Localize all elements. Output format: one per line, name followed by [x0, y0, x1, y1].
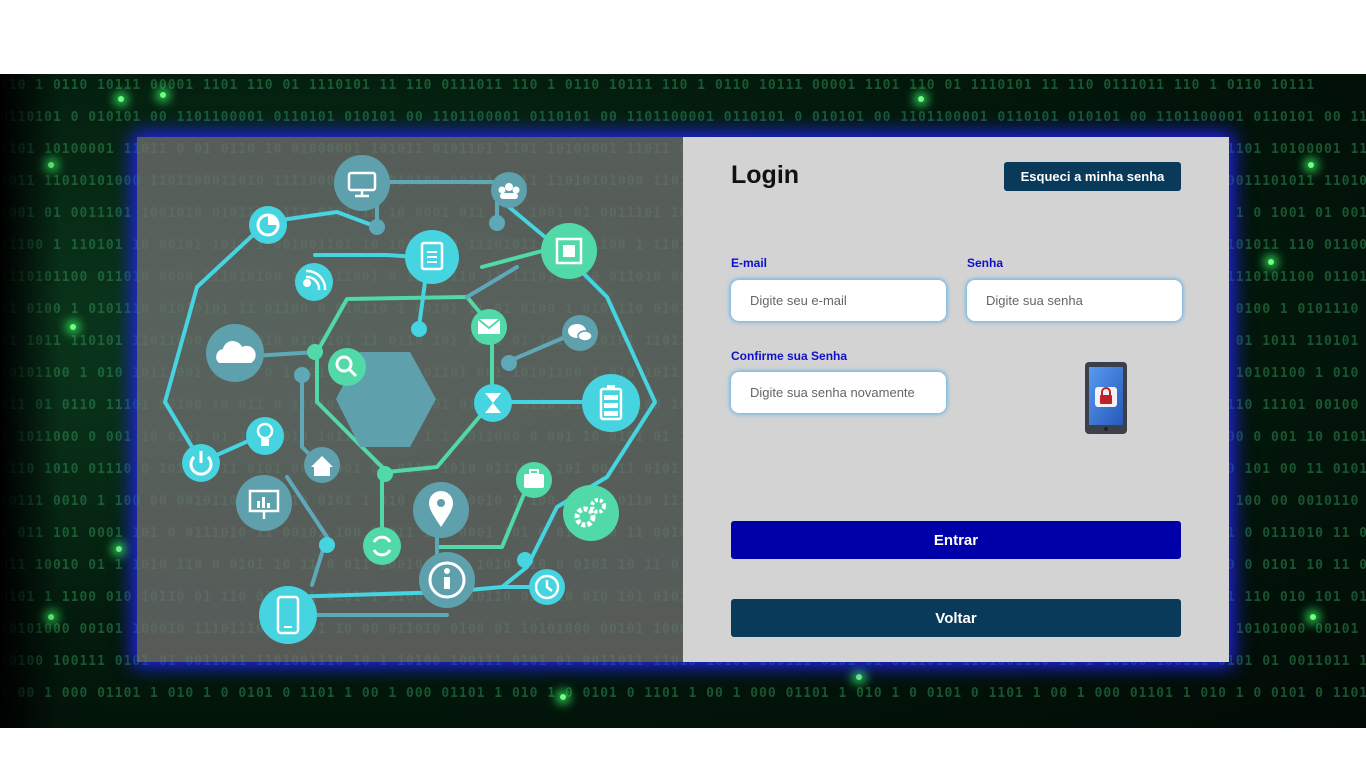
glow-dot [1268, 259, 1274, 265]
enter-button[interactable]: Entrar [731, 521, 1181, 559]
network-illustration [163, 155, 657, 644]
glow-dot [1310, 614, 1316, 620]
glow-dot [918, 96, 924, 102]
glow-dot [856, 674, 862, 680]
glow-dot [160, 92, 166, 98]
glow-dot [118, 96, 124, 102]
confirm-password-label: Confirme sua Senha [731, 349, 848, 363]
login-form-panel: Login Esqueci a minha senha E-mail Senha… [683, 137, 1229, 662]
password-label: Senha [967, 256, 1004, 270]
email-field[interactable] [731, 280, 946, 321]
binary-line: 0110101 0 010101 00 1101100001 0110101 0… [0, 110, 1366, 125]
email-label: E-mail [731, 256, 768, 270]
page-title: Login [731, 161, 800, 189]
password-field[interactable] [967, 280, 1182, 321]
login-card: Login Esqueci a minha senha E-mail Senha… [137, 137, 1229, 662]
binary-line: 1 00 1 000 01101 1 010 1 0 0101 0 1101 1… [0, 686, 1366, 701]
network-illustration-panel [137, 137, 683, 662]
confirm-password-field[interactable] [731, 372, 946, 413]
phone-lock-icon [1085, 362, 1127, 434]
glow-dot [116, 546, 122, 552]
background-shade [0, 74, 60, 728]
forgot-password-button[interactable]: Esqueci a minha senha [1004, 162, 1181, 191]
glow-dot [70, 324, 76, 330]
glow-dot [560, 694, 566, 700]
back-button[interactable]: Voltar [731, 599, 1181, 637]
glow-dot [1308, 162, 1314, 168]
binary-line: 110 1 0110 10111 00001 1101 110 01 11101… [0, 78, 1316, 93]
